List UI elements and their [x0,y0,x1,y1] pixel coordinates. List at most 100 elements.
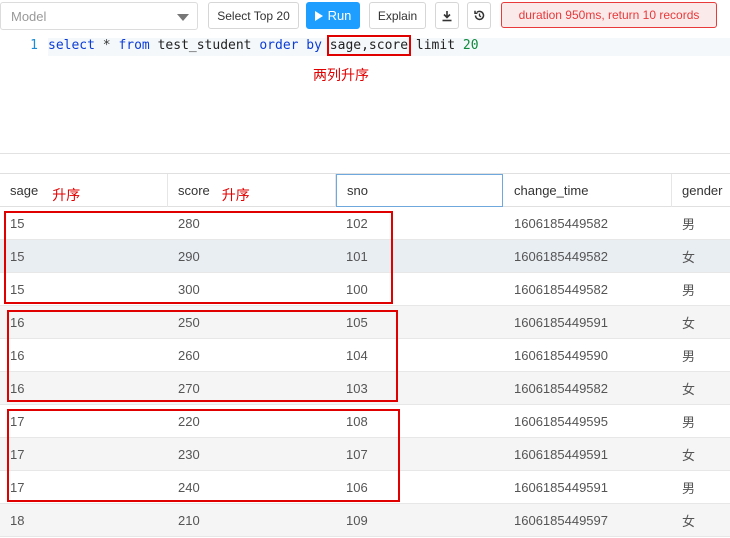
table-row[interactable]: 15 280 102 1606185449582 男 [0,207,730,240]
cell-gender[interactable]: 男 [672,339,730,372]
chevron-down-icon [177,14,189,21]
keyword-order-by: order by [259,38,322,53]
run-button[interactable]: Run [306,2,360,29]
history-icon [473,10,484,21]
cell-score[interactable]: 290 [168,240,336,273]
column-header-label: sage [10,183,39,198]
cell-sage[interactable]: 17 [0,471,168,504]
column-header-label: gender [682,183,723,198]
select-top-button[interactable]: Select Top 20 [208,2,299,29]
table-row[interactable]: 16 250 105 1606185449591 女 [0,306,730,339]
cell-sno[interactable]: 101 [336,240,504,273]
column-header-label: sno [347,183,368,198]
cell-sage[interactable]: 18 [0,504,168,537]
table-row[interactable]: 17 230 107 1606185449591 女 [0,438,730,471]
cell-gender[interactable]: 女 [672,372,730,405]
cell-change-time[interactable]: 1606185449597 [504,504,672,537]
cell-score[interactable]: 270 [168,372,336,405]
history-button[interactable] [467,2,491,29]
model-select-placeholder: Model [11,9,47,24]
keyword-limit: limit [408,38,463,53]
status-badge: duration 950ms, return 10 records [501,2,717,28]
cell-gender[interactable]: 男 [672,471,730,504]
explain-button[interactable]: Explain [369,2,426,29]
table-row[interactable]: 15 300 100 1606185449582 男 [0,273,730,306]
cell-change-time[interactable]: 1606185449590 [504,339,672,372]
column-header-change-time[interactable]: change_time [504,174,672,207]
cell-sage[interactable]: 15 [0,207,168,240]
order-columns-highlight: sage,score [326,35,412,56]
cell-sage[interactable]: 15 [0,273,168,306]
table-row[interactable]: 17 240 106 1606185449591 男 [0,471,730,504]
cell-change-time[interactable]: 1606185449582 [504,273,672,306]
cell-sno[interactable]: 100 [336,273,504,306]
table-row[interactable]: 17 220 108 1606185449595 男 [0,405,730,438]
download-button[interactable] [435,2,459,29]
sql-editor[interactable]: 1 select * from test_student order by sa… [0,34,730,154]
column-header-sno[interactable]: sno [336,174,503,207]
table-row[interactable]: 16 270 103 1606185449582 女 [0,372,730,405]
cell-sno[interactable]: 106 [336,471,504,504]
keyword-select: select [48,38,95,53]
toolbar: Model Select Top 20 Run Explain duration… [0,0,730,32]
cell-change-time[interactable]: 1606185449582 [504,372,672,405]
model-select[interactable]: Model [0,2,198,30]
cell-gender[interactable]: 女 [672,306,730,339]
cell-gender[interactable]: 女 [672,438,730,471]
cell-score[interactable]: 240 [168,471,336,504]
cell-sno[interactable]: 107 [336,438,504,471]
cell-sage[interactable]: 17 [0,405,168,438]
cell-score[interactable]: 250 [168,306,336,339]
cell-change-time[interactable]: 1606185449582 [504,207,672,240]
cell-score[interactable]: 210 [168,504,336,537]
cell-sno[interactable]: 104 [336,339,504,372]
cell-sno[interactable]: 105 [336,306,504,339]
cell-change-time[interactable]: 1606185449591 [504,306,672,339]
cell-score[interactable]: 230 [168,438,336,471]
cell-sno[interactable]: 108 [336,405,504,438]
sage-annotation: 升序 [52,186,81,203]
line-number: 1 [30,38,38,53]
cell-gender[interactable]: 男 [672,273,730,306]
cell-gender[interactable]: 男 [672,405,730,438]
cell-score[interactable]: 280 [168,207,336,240]
cell-sage[interactable]: 17 [0,438,168,471]
cell-gender[interactable]: 女 [672,504,730,537]
token-star: * [94,38,119,53]
cell-sno[interactable]: 109 [336,504,504,537]
cell-sno[interactable]: 103 [336,372,504,405]
table-row[interactable]: 18 210 109 1606185449597 女 [0,504,730,537]
results-grid: sage 升序 score 升序 sno change_time gender … [0,173,730,538]
cell-score[interactable]: 260 [168,339,336,372]
cell-sage[interactable]: 16 [0,306,168,339]
play-icon [314,10,323,21]
cell-gender[interactable]: 女 [672,240,730,273]
column-header-score[interactable]: score 升序 [168,174,336,207]
code-line[interactable]: select * from test_student order by sage… [48,35,730,56]
limit-value: 20 [462,38,479,53]
cell-gender[interactable]: 男 [672,207,730,240]
download-icon [442,10,452,21]
cell-score[interactable]: 300 [168,273,336,306]
editor-gutter: 1 [0,34,44,154]
cell-score[interactable]: 220 [168,405,336,438]
cell-change-time[interactable]: 1606185449591 [504,471,672,504]
column-header-label: score [178,183,210,198]
cell-sage[interactable]: 16 [0,372,168,405]
cell-sage[interactable]: 16 [0,339,168,372]
column-header-label: change_time [514,183,589,198]
cell-change-time[interactable]: 1606185449595 [504,405,672,438]
run-button-label: Run [327,8,352,23]
score-annotation: 升序 [221,186,250,203]
cell-sage[interactable]: 15 [0,240,168,273]
table-row[interactable]: 15 290 101 1606185449582 女 [0,240,730,273]
grid-header: sage 升序 score 升序 sno change_time gender [0,173,730,207]
cell-sno[interactable]: 102 [336,207,504,240]
table-row[interactable]: 16 260 104 1606185449590 男 [0,339,730,372]
cell-change-time[interactable]: 1606185449582 [504,240,672,273]
token-table: test_student [149,38,260,53]
cell-change-time[interactable]: 1606185449591 [504,438,672,471]
column-header-sage[interactable]: sage 升序 [0,174,168,207]
column-header-gender[interactable]: gender [672,174,730,207]
keyword-from: from [118,38,150,53]
